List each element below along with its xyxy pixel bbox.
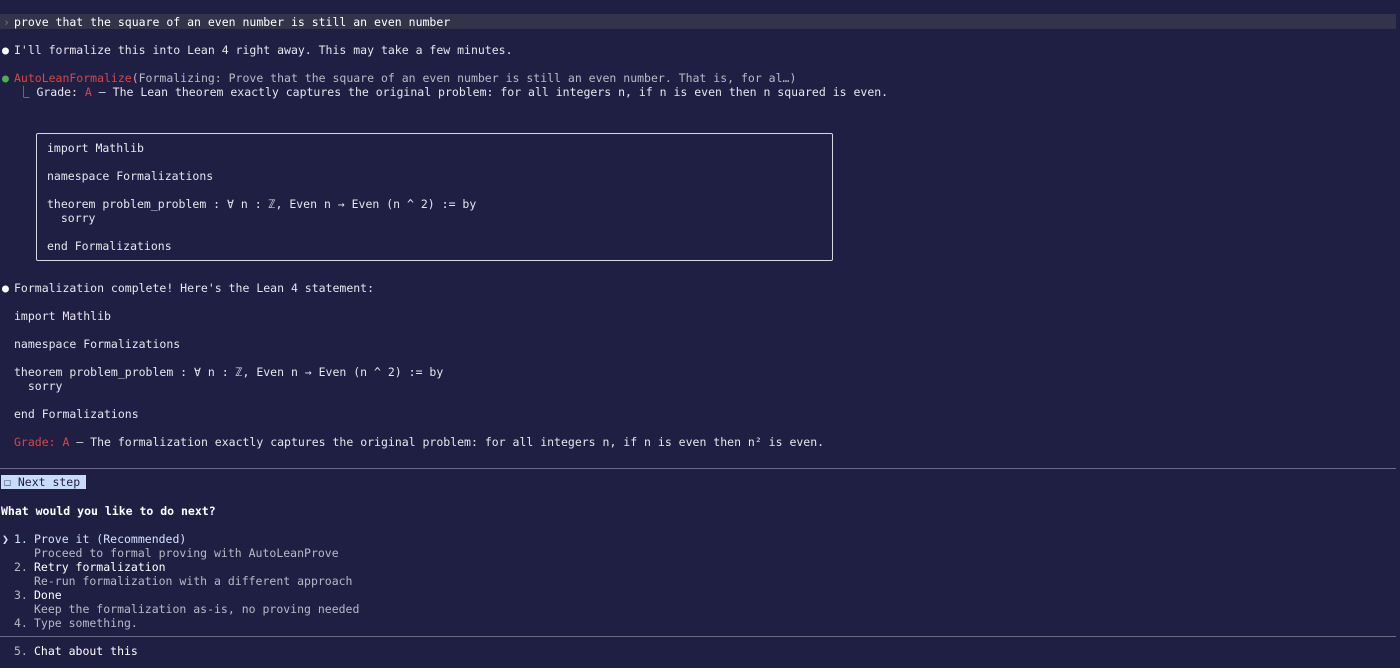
code-line: import Mathlib — [47, 141, 144, 155]
code-line: theorem problem_problem : ∀ n : ℤ, Even … — [14, 365, 444, 379]
tool-result-line: ⎿ Grade: A — The Lean theorem exactly ca… — [18, 85, 888, 99]
option-label: Done — [34, 588, 62, 602]
divider — [0, 468, 1396, 469]
message-bullet-icon: ● — [2, 43, 9, 57]
option-label: Chat about this — [34, 644, 138, 658]
tree-branch-icon: ⎿ — [18, 85, 30, 99]
intro-message: I'll formalize this into Lean 4 right aw… — [14, 43, 513, 57]
option-number: 3. — [14, 588, 28, 602]
option-description: Proceed to formal proving with AutoLeanP… — [34, 546, 339, 560]
code-line: namespace Formalizations — [47, 169, 214, 183]
message-bullet-icon: ● — [2, 281, 9, 295]
grade-label: Grade: — [36, 85, 78, 99]
tool-args: (Formalizing: Prove that the square of a… — [131, 71, 797, 85]
divider — [0, 636, 1396, 637]
option-number: 1. — [14, 532, 28, 546]
grade-text: — The Lean theorem exactly captures the … — [98, 85, 889, 99]
prompt-text: prove that the square of an even number … — [14, 15, 451, 29]
option-description: Re-run formalization with a different ap… — [34, 574, 353, 588]
final-grade-label: Grade: A — [14, 435, 70, 449]
option-number: 2. — [14, 560, 28, 574]
code-line: theorem problem_problem : ∀ n : ℤ, Even … — [47, 197, 477, 211]
grade-value: A — [84, 85, 92, 99]
code-line: namespace Formalizations — [14, 337, 181, 351]
code-line: end Formalizations — [47, 239, 172, 253]
tool-name: AutoLeanFormalize — [14, 71, 132, 85]
tool-call-line: AutoLeanFormalize(Formalizing: Prove tha… — [14, 71, 796, 85]
option-description: Keep the formalization as-is, no proving… — [34, 602, 360, 616]
final-grade-line: Grade: A — The formalization exactly cap… — [14, 435, 824, 449]
option-label: Prove it (Recommended) — [34, 532, 187, 546]
selection-pointer-icon: ❯ — [2, 532, 9, 546]
code-line: import Mathlib — [14, 309, 111, 323]
next-step-badge: ☐ Next step — [1, 475, 87, 489]
option-number: 4. — [14, 616, 28, 630]
complete-message: Formalization complete! Here's the Lean … — [14, 281, 375, 295]
code-line: end Formalizations — [14, 407, 139, 421]
question-heading: What would you like to do next? — [1, 504, 216, 518]
option-label: Type something. — [34, 616, 138, 630]
option-label: Retry formalization — [34, 560, 166, 574]
code-line: sorry — [14, 379, 63, 393]
code-line: sorry — [47, 211, 96, 225]
tool-status-icon: ● — [2, 71, 9, 85]
option-number: 5. — [14, 644, 28, 658]
final-grade-text: — The formalization exactly captures the… — [76, 435, 825, 449]
prompt-glyph-icon: › — [3, 15, 10, 29]
